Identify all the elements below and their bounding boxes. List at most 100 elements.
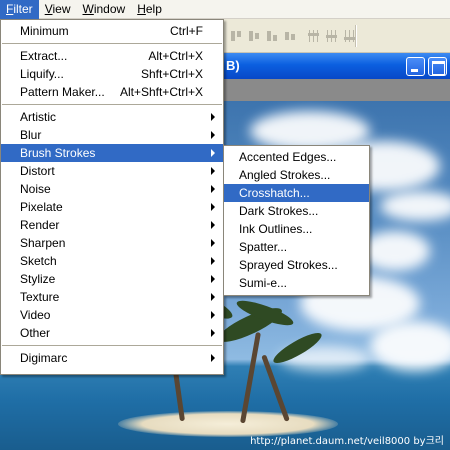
submenu-arrow-icon <box>211 275 215 283</box>
mnemonic-letter: H <box>137 1 146 16</box>
menu-item-distort[interactable]: Distort <box>1 162 223 180</box>
menu-item-stylize[interactable]: Stylize <box>1 270 223 288</box>
menu-item-label: Blur <box>20 128 42 142</box>
document-title: B) <box>226 58 240 73</box>
palm-trunk <box>240 331 261 424</box>
menu-item-accented-edges[interactable]: Accented Edges... <box>224 148 369 166</box>
menu-item-label: Ink Outlines... <box>239 222 313 236</box>
align-middle-icon[interactable] <box>248 29 262 43</box>
brush-strokes-submenu: Accented Edges... Angled Strokes... Cros… <box>223 145 370 296</box>
menu-item-label: Extract... <box>20 49 68 63</box>
menu-item-sumi-e[interactable]: Sumi-e... <box>224 274 369 292</box>
cloud <box>370 321 450 371</box>
menu-item-label: Accented Edges... <box>239 150 337 164</box>
menu-item-ink-outlines[interactable]: Ink Outlines... <box>224 220 369 238</box>
menu-item-brush-strokes[interactable]: Brush Strokes <box>1 144 223 162</box>
submenu-arrow-icon <box>211 131 215 139</box>
menu-item-label: Digimarc <box>20 351 68 365</box>
menu-item-label: Render <box>20 218 60 232</box>
minimize-button[interactable] <box>406 57 425 76</box>
menu-item-label: Distort <box>20 164 55 178</box>
menu-item-sketch[interactable]: Sketch <box>1 252 223 270</box>
menu-separator <box>2 345 222 346</box>
menu-item-label: Other <box>20 326 51 340</box>
menu-separator <box>2 43 222 44</box>
menu-item-sprayed-strokes[interactable]: Sprayed Strokes... <box>224 256 369 274</box>
menu-item-texture[interactable]: Texture <box>1 288 223 306</box>
submenu-arrow-icon <box>211 239 215 247</box>
menu-item-label: Angled Strokes... <box>239 168 331 182</box>
align-top-icon[interactable] <box>230 29 244 43</box>
menu-item-video[interactable]: Video <box>1 306 223 324</box>
menu-item-label: Minimum <box>20 24 69 38</box>
submenu-arrow-icon <box>211 329 215 337</box>
submenu-arrow-icon <box>211 167 215 175</box>
menu-item-label: Noise <box>20 182 51 196</box>
menu-bar: Filter View Window Help <box>0 0 450 19</box>
menu-separator <box>2 104 222 105</box>
mnemonic-letter: W <box>82 1 94 16</box>
menu-item-render[interactable]: Render <box>1 216 223 234</box>
menu-help[interactable]: Help <box>131 0 168 19</box>
menu-item-label: Artistic <box>20 110 56 124</box>
submenu-arrow-icon <box>211 149 215 157</box>
menu-item-noise[interactable]: Noise <box>1 180 223 198</box>
menu-window[interactable]: Window <box>77 0 132 19</box>
menu-filter[interactable]: Filter <box>0 0 39 19</box>
distribute-top-icon[interactable] <box>308 29 322 43</box>
menu-item-shortcut: Alt+Shft+Ctrl+X <box>119 85 203 99</box>
menu-item-shortcut: Shft+Ctrl+X <box>140 67 203 81</box>
menu-item-crosshatch[interactable]: Crosshatch... <box>224 184 369 202</box>
menu-item-label: Dark Strokes... <box>239 204 319 218</box>
menu-item-label: Liquify... <box>20 67 64 81</box>
submenu-arrow-icon <box>211 257 215 265</box>
menu-item-label: Pixelate <box>20 200 63 214</box>
menu-item-pixelate[interactable]: Pixelate <box>1 198 223 216</box>
menu-item-dark-strokes[interactable]: Dark Strokes... <box>224 202 369 220</box>
menu-item-artistic[interactable]: Artistic <box>1 108 223 126</box>
menu-item-extract[interactable]: Extract... Alt+Ctrl+X <box>1 47 223 65</box>
align-icons <box>230 29 358 43</box>
menu-item-label: Crosshatch... <box>239 186 310 200</box>
align-baseline-icon[interactable] <box>284 29 298 43</box>
submenu-arrow-icon <box>211 113 215 121</box>
filter-menu: Minimum Ctrl+F Extract... Alt+Ctrl+X Liq… <box>0 19 224 375</box>
menu-item-shortcut: Ctrl+F <box>170 24 203 38</box>
cloud <box>360 231 430 271</box>
menu-item-digimarc[interactable]: Digimarc <box>1 349 223 367</box>
distribute-middle-icon[interactable] <box>326 29 340 43</box>
menu-item-label: Sketch <box>20 254 57 268</box>
menu-item-label: Sprayed Strokes... <box>239 258 338 272</box>
menu-item-liquify[interactable]: Liquify... Shft+Ctrl+X <box>1 65 223 83</box>
menu-item-spatter[interactable]: Spatter... <box>224 238 369 256</box>
menu-item-label: Pattern Maker... <box>20 85 105 99</box>
submenu-arrow-icon <box>211 293 215 301</box>
menu-item-sharpen[interactable]: Sharpen <box>1 234 223 252</box>
menu-item-label: Brush Strokes <box>20 146 96 160</box>
submenu-arrow-icon <box>211 185 215 193</box>
menu-item-label: Video <box>20 308 51 322</box>
align-bottom-icon[interactable] <box>266 29 280 43</box>
menu-item-label: Spatter... <box>239 240 288 254</box>
watermark-url: http://planet.daum.net/veil8000 by크리 <box>250 436 444 447</box>
menu-item-label: Stylize <box>20 272 56 286</box>
menu-item-label: Sumi-e... <box>239 276 288 290</box>
menu-item-label: Texture <box>20 290 60 304</box>
menu-item-pattern-maker[interactable]: Pattern Maker... Alt+Shft+Ctrl+X <box>1 83 223 101</box>
mnemonic-letter: F <box>6 1 14 16</box>
submenu-arrow-icon <box>211 203 215 211</box>
toolbar-separator <box>355 25 357 47</box>
menu-view[interactable]: View <box>39 0 77 19</box>
maximize-button[interactable] <box>428 57 447 76</box>
menu-item-angled-strokes[interactable]: Angled Strokes... <box>224 166 369 184</box>
menu-item-other[interactable]: Other <box>1 324 223 342</box>
menu-item-shortcut: Alt+Ctrl+X <box>148 49 203 63</box>
submenu-arrow-icon <box>211 311 215 319</box>
cloud <box>380 191 450 221</box>
submenu-arrow-icon <box>211 354 215 362</box>
menu-item-label: Sharpen <box>20 236 66 250</box>
mnemonic-letter: V <box>44 1 53 16</box>
menu-item-minimum[interactable]: Minimum Ctrl+F <box>1 22 223 40</box>
menu-item-blur[interactable]: Blur <box>1 126 223 144</box>
submenu-arrow-icon <box>211 221 215 229</box>
